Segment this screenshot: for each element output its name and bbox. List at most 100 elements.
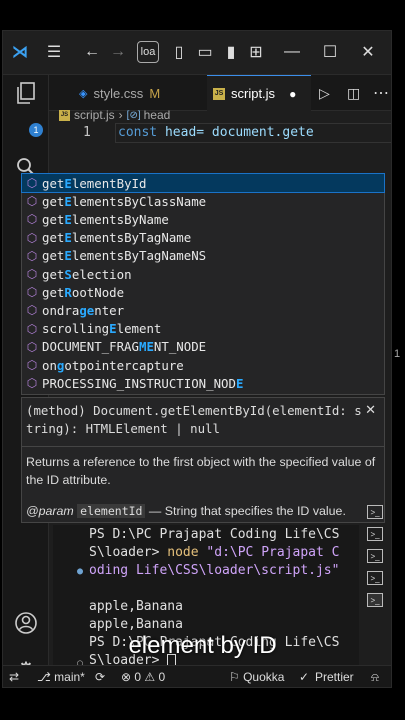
param-description: — String that specifies the ID value. — [148, 504, 346, 518]
suggestion-details: (method) Document.getElementById(element… — [21, 397, 385, 523]
suggestion-label: PROCESSING_INSTRUCTION_NODE — [42, 375, 244, 391]
branch-name: main* — [54, 670, 85, 684]
video-caption: element by ID — [128, 632, 277, 659]
suggestion-label: scrollingElement — [42, 321, 162, 337]
suggestion-label: getElementById — [42, 175, 147, 191]
terminal-line: S\loader> node "d:\PC Prajapat C — [89, 545, 339, 560]
code-line[interactable]: const head= document.gete — [115, 123, 391, 143]
explorer-badge: 1 — [29, 123, 43, 137]
param-name: elementId — [77, 504, 146, 518]
back-arrow-icon[interactable]: ← — [81, 41, 103, 63]
modified-status: M — [149, 85, 161, 101]
breadcrumb: JS script.js › [⊘] head — [59, 105, 170, 125]
run-icon[interactable]: ▷ — [319, 85, 330, 102]
breadcrumb-symbol[interactable]: head — [144, 108, 171, 122]
maximize-button[interactable]: ☐ — [319, 41, 341, 63]
identifier: head — [164, 125, 197, 140]
command: node — [167, 545, 199, 560]
terminal-instance-icon[interactable]: >_ — [367, 571, 383, 585]
vscode-window: ⋊ ☰ ← → loa ▯ ▭ ▮ ⊞ — ☐ ✕ 1 ⚙ ◈ style.cs… — [2, 30, 392, 688]
line-number: 1 — [83, 125, 91, 140]
suggestion-label: ondragenter — [42, 302, 125, 318]
suggestion-item[interactable]: ⬡ ongotpointercapture — [22, 356, 384, 374]
expression: = document.gete — [196, 125, 314, 140]
terminal-line: apple,Banana — [89, 599, 183, 614]
suggestion-label: getElementsByClassName — [42, 193, 207, 209]
files-icon — [17, 82, 35, 104]
param-tag: @param — [26, 504, 74, 518]
method-symbol-icon: ⬡ — [26, 339, 38, 354]
suggestion-item[interactable]: ⬡ DOCUMENT_FRAGMENT_NODE — [22, 338, 384, 356]
method-signature: (method) Document.getElementById(element… — [26, 403, 362, 436]
quokka-label: Quokka — [243, 670, 285, 684]
terminal-line: PS D:\PC Prajapat Coding Life\CS — [89, 527, 340, 542]
suggestion-label: getElementsByName — [42, 211, 169, 227]
suggestion-label: DOCUMENT_FRAGMENT_NODE — [42, 339, 207, 355]
terminal-instance-icon[interactable]: >_ — [367, 527, 383, 541]
remote-icon[interactable]: ⇄ — [9, 670, 19, 684]
suggestion-label: getElementsByTagNameNS — [42, 248, 207, 264]
suggestion-item[interactable]: ⬡ getSelection — [22, 265, 384, 283]
suggestion-item[interactable]: ⬡ PROCESSING_INSTRUCTION_NODE — [22, 374, 384, 392]
command-arg: "d:\PC Prajapat C — [206, 545, 340, 560]
terminal-line: oding Life\CSS\loader\script.js" — [89, 563, 340, 578]
git-branch[interactable]: ⎇ main* — [37, 670, 85, 684]
breadcrumb-file[interactable]: script.js — [74, 108, 115, 122]
close-details-icon[interactable]: ✕ — [365, 402, 376, 418]
problems-count[interactable]: ⊗ 0 ⚠ 0 — [121, 670, 165, 684]
method-symbol-icon: ⬡ — [26, 194, 38, 209]
suggestion-item[interactable]: ⬡ getElementsByName — [22, 210, 384, 228]
toggle-sidebar-icon[interactable]: ▯ — [169, 41, 189, 63]
minimize-button[interactable]: — — [281, 41, 303, 63]
tab-label: script.js — [231, 86, 276, 101]
explorer-icon[interactable] — [12, 79, 40, 107]
keyword: const — [118, 125, 158, 140]
status-bar: ⇄ ⎇ main* ⟳ ⊗ 0 ⚠ 0 ⚐ Quokka ✓ Prettier … — [3, 665, 391, 687]
method-symbol-icon: ⬡ — [26, 285, 38, 300]
suggestion-item[interactable]: ⬡ getElementById — [21, 172, 385, 194]
bell-icon[interactable]: ⍾ — [371, 670, 379, 685]
method-symbol-icon: ⬡ — [26, 230, 38, 245]
sync-icon[interactable]: ⟳ — [95, 670, 105, 684]
forward-arrow-icon[interactable]: → — [107, 41, 129, 63]
unsaved-dot-icon[interactable]: ● — [289, 87, 296, 101]
tab-label: style.css — [93, 85, 144, 101]
suggestion-label: getElementsByTagName — [42, 230, 192, 246]
method-symbol-icon: ⬡ — [26, 376, 38, 391]
split-editor-icon[interactable]: ◫ — [347, 85, 360, 102]
vscode-logo-icon: ⋊ — [12, 44, 28, 61]
suggestion-item[interactable]: ⬡ getElementsByTagName — [22, 229, 384, 247]
suggestion-item[interactable]: ⬡ ondragenter — [22, 301, 384, 319]
tab-script-js[interactable]: JS script.js ● — [207, 75, 311, 111]
command-decoration-icon[interactable]: ● — [77, 566, 83, 577]
suggestion-item[interactable]: ⬡ getElementsByClassName — [22, 192, 384, 210]
method-symbol-icon: ⬡ — [26, 176, 38, 191]
method-symbol-icon: ⬡ — [26, 321, 38, 336]
suggestion-label: getSelection — [42, 266, 132, 282]
method-symbol-icon: ⬡ — [26, 212, 38, 227]
method-symbol-icon: ⬡ — [26, 303, 38, 318]
suggestion-item[interactable]: ⬡ scrollingElement — [22, 320, 384, 338]
js-file-icon: JS — [59, 109, 70, 121]
prettier-status[interactable]: Prettier — [315, 670, 354, 684]
more-actions-icon[interactable]: ⋯ — [373, 83, 389, 103]
method-symbol-icon: ⬡ — [26, 248, 38, 263]
hamburger-menu-icon[interactable]: ☰ — [43, 41, 65, 63]
terminal-instance-icon[interactable]: >_ — [367, 505, 383, 519]
terminal-instance-icon[interactable]: >_ — [367, 549, 383, 563]
terminal-instance-icon[interactable]: >_ — [367, 593, 383, 607]
customize-layout-icon[interactable]: ⊞ — [246, 41, 266, 63]
suggestion-label: getRootNode — [42, 284, 125, 300]
breadcrumb-separator: › — [118, 108, 123, 122]
toggle-panel-icon[interactable]: ▭ — [195, 41, 215, 63]
check-icon[interactable]: ✓ — [299, 670, 309, 684]
toggle-secondary-sidebar-icon[interactable]: ▮ — [221, 41, 241, 63]
suggestion-item[interactable]: ⬡ getElementsByTagNameNS — [22, 247, 384, 265]
command-center-search[interactable]: loa — [137, 41, 159, 63]
quokka-status[interactable]: ⚐ Quokka — [229, 670, 284, 684]
suggestion-item[interactable]: ⬡ getRootNode — [22, 283, 384, 301]
css-file-icon: ◈ — [79, 87, 88, 100]
title-bar: ⋊ ☰ ← → loa ▯ ▭ ▮ ⊞ — ☐ ✕ — [3, 31, 391, 75]
js-file-icon: JS — [213, 87, 225, 100]
close-window-button[interactable]: ✕ — [357, 41, 379, 63]
